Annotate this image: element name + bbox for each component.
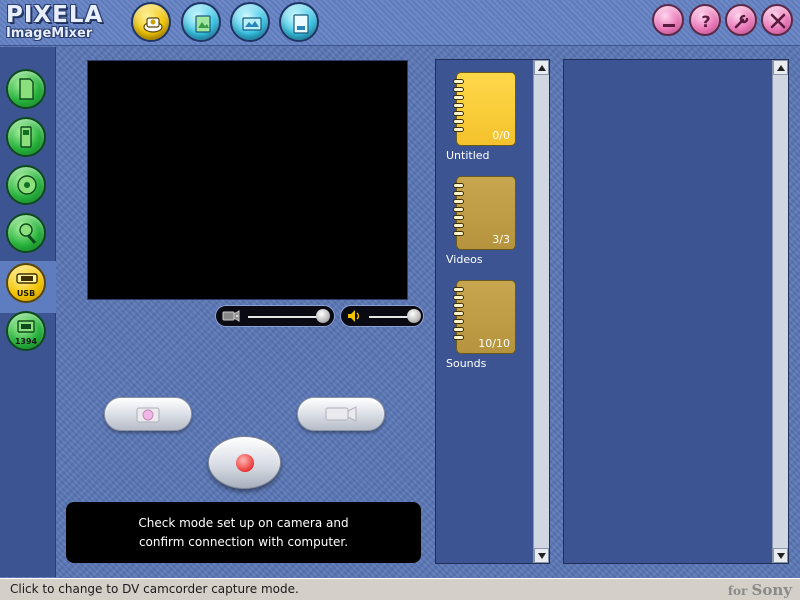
video-zoom-slider[interactable] (215, 305, 335, 327)
app-window: PIXELA ImageMixer ? USB 1394 Check mode … (0, 0, 800, 600)
zoom-track (248, 316, 324, 318)
album-panel: 0/0 Untitled 3/3 Videos 10/10 Sounds (435, 59, 550, 564)
still-camera-icon (136, 407, 160, 423)
settings-button[interactable] (725, 4, 757, 36)
minimize-button[interactable] (652, 4, 684, 36)
edit-mode-button[interactable] (230, 2, 270, 42)
svg-text:?: ? (701, 12, 710, 31)
zoom-knob[interactable] (316, 309, 330, 323)
capture-mode-button[interactable] (131, 2, 171, 42)
scanner-icon (19, 223, 37, 244)
album-notebook-icon: 10/10 (453, 280, 516, 354)
record-button[interactable] (208, 436, 281, 489)
device-sidebar: USB 1394 (0, 47, 56, 577)
sidebar-item-disc[interactable] (6, 165, 46, 205)
sidebar-item-1394-label: 1394 (14, 337, 38, 346)
album-mode-button[interactable] (181, 2, 221, 42)
album-name: Sounds (446, 357, 487, 370)
status-bar: Click to change to DV camcorder capture … (0, 578, 800, 600)
brand-label: for Sony (728, 581, 792, 599)
video-camera-icon (325, 406, 357, 422)
status-message: Click to change to DV camcorder capture … (10, 582, 299, 596)
volume-knob[interactable] (407, 309, 421, 323)
arrow-up-icon (538, 65, 546, 71)
sidebar-item-usb-label: USB (16, 289, 36, 298)
record-icon (236, 454, 254, 472)
arrow-down-icon (538, 553, 546, 559)
video-preview (87, 60, 408, 300)
album-scrollbar[interactable] (533, 60, 549, 563)
memory-stick-icon (20, 126, 32, 148)
logo-text-line1: PIXELA (6, 2, 104, 28)
volume-slider[interactable] (340, 305, 424, 327)
close-button[interactable] (761, 4, 793, 36)
thumbnail-panel (563, 59, 789, 564)
video-capture-button[interactable] (297, 397, 385, 431)
help-button[interactable]: ? (689, 4, 721, 36)
dv-camera-icon (17, 320, 35, 333)
arrow-down-icon (777, 553, 785, 559)
settings-icon (734, 14, 749, 29)
notebook-rings (453, 183, 465, 239)
disc-icon (17, 175, 37, 195)
sidebar-item-memory-card[interactable] (6, 69, 46, 109)
brand-prefix: for (727, 584, 748, 598)
brand-name: Sony (751, 581, 792, 599)
app-logo: PIXELA ImageMixer (4, 2, 124, 44)
album-name: Videos (446, 253, 483, 266)
sidebar-item-1394[interactable]: 1394 (6, 311, 46, 351)
speaker-icon (348, 310, 360, 322)
album-icon (195, 15, 211, 33)
scroll-up-button[interactable] (534, 60, 549, 75)
arrow-up-icon (777, 65, 785, 71)
album-name: Untitled (446, 149, 490, 162)
memory-card-icon (19, 78, 34, 100)
camera-icon (222, 310, 240, 322)
close-icon (770, 13, 786, 29)
instruction-line2: confirm connection with computer. (138, 534, 349, 549)
album-notebook-icon: 0/0 (453, 72, 516, 146)
album-count: 10/10 (478, 337, 510, 350)
snapshot-button[interactable] (104, 397, 192, 431)
notebook-rings (453, 287, 465, 343)
scroll-up-button[interactable] (773, 60, 788, 75)
scroll-down-button[interactable] (773, 548, 788, 563)
instruction-message: Check mode set up on camera and confirm … (66, 502, 421, 563)
capture-icon (143, 17, 163, 33)
album-notebook-icon: 3/3 (453, 176, 516, 250)
instruction-line1: Check mode set up on camera and (138, 515, 349, 530)
logo-text-line2: ImageMixer (6, 26, 93, 41)
output-mode-button[interactable] (279, 2, 319, 42)
sidebar-item-scanner[interactable] (6, 213, 46, 253)
top-toolbar: PIXELA ImageMixer ? (0, 0, 800, 46)
usb-camera-icon (16, 273, 38, 284)
output-icon (293, 14, 309, 34)
sidebar-item-memory-stick[interactable] (6, 117, 46, 157)
scroll-down-button[interactable] (534, 548, 549, 563)
album-count: 3/3 (492, 233, 510, 246)
album-count: 0/0 (492, 129, 510, 142)
help-icon: ? (701, 12, 710, 31)
notebook-rings (453, 79, 465, 135)
minimize-icon (663, 24, 675, 27)
sidebar-item-usb[interactable]: USB (6, 263, 46, 303)
thumbnail-scrollbar[interactable] (772, 60, 788, 563)
edit-icon (242, 17, 262, 31)
